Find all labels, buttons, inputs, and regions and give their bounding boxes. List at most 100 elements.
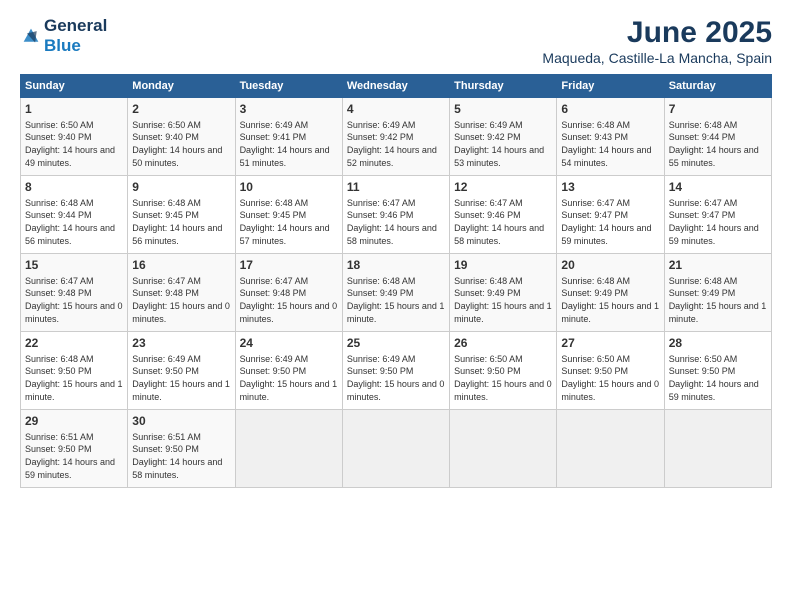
day-number: 14 <box>669 179 767 196</box>
sunrise-text: Sunrise: 6:47 AM <box>347 198 416 208</box>
logo-line2: Blue <box>44 36 107 56</box>
page: General Blue June 2025 Maqueda, Castille… <box>0 0 792 612</box>
sunrise-text: Sunrise: 6:49 AM <box>454 120 523 130</box>
calendar-header-row: Sunday Monday Tuesday Wednesday Thursday… <box>21 75 772 98</box>
calendar-cell: 6 Sunrise: 6:48 AM Sunset: 9:43 PM Dayli… <box>557 98 664 176</box>
daylight-label: Daylight: 14 hours and 57 minutes. <box>240 223 330 246</box>
day-number: 26 <box>454 335 552 352</box>
calendar-cell: 21 Sunrise: 6:48 AM Sunset: 9:49 PM Dayl… <box>664 254 771 332</box>
sunrise-text: Sunrise: 6:48 AM <box>454 276 523 286</box>
sunrise-text: Sunrise: 6:48 AM <box>25 354 94 364</box>
day-number: 13 <box>561 179 659 196</box>
calendar-cell: 7 Sunrise: 6:48 AM Sunset: 9:44 PM Dayli… <box>664 98 771 176</box>
daylight-label: Daylight: 14 hours and 56 minutes. <box>25 223 115 246</box>
day-number: 25 <box>347 335 445 352</box>
sunrise-text: Sunrise: 6:49 AM <box>240 120 309 130</box>
day-number: 12 <box>454 179 552 196</box>
day-number: 29 <box>25 413 123 430</box>
col-friday: Friday <box>557 75 664 98</box>
calendar-cell: 2 Sunrise: 6:50 AM Sunset: 9:40 PM Dayli… <box>128 98 235 176</box>
daylight-label: Daylight: 15 hours and 0 minutes. <box>25 301 123 324</box>
sunset-text: Sunset: 9:50 PM <box>347 366 414 376</box>
daylight-label: Daylight: 15 hours and 0 minutes. <box>240 301 338 324</box>
day-number: 9 <box>132 179 230 196</box>
sunset-text: Sunset: 9:45 PM <box>132 210 199 220</box>
calendar-cell: 16 Sunrise: 6:47 AM Sunset: 9:48 PM Dayl… <box>128 254 235 332</box>
calendar-cell: 5 Sunrise: 6:49 AM Sunset: 9:42 PM Dayli… <box>450 98 557 176</box>
daylight-label: Daylight: 15 hours and 0 minutes. <box>132 301 230 324</box>
calendar-cell: 13 Sunrise: 6:47 AM Sunset: 9:47 PM Dayl… <box>557 176 664 254</box>
sunrise-text: Sunrise: 6:50 AM <box>669 354 738 364</box>
day-number: 4 <box>347 101 445 118</box>
calendar-table: Sunday Monday Tuesday Wednesday Thursday… <box>20 74 772 488</box>
daylight-label: Daylight: 15 hours and 1 minute. <box>240 379 338 402</box>
calendar-cell: 9 Sunrise: 6:48 AM Sunset: 9:45 PM Dayli… <box>128 176 235 254</box>
calendar-cell: 3 Sunrise: 6:49 AM Sunset: 9:41 PM Dayli… <box>235 98 342 176</box>
daylight-label: Daylight: 15 hours and 1 minute. <box>132 379 230 402</box>
sunset-text: Sunset: 9:40 PM <box>25 132 92 142</box>
sunrise-text: Sunrise: 6:51 AM <box>132 432 201 442</box>
title-block: June 2025 Maqueda, Castille-La Mancha, S… <box>542 16 772 66</box>
daylight-label: Daylight: 14 hours and 53 minutes. <box>454 145 544 168</box>
day-number: 5 <box>454 101 552 118</box>
sunrise-text: Sunrise: 6:47 AM <box>669 198 738 208</box>
day-number: 21 <box>669 257 767 274</box>
sunrise-text: Sunrise: 6:49 AM <box>347 354 416 364</box>
sunset-text: Sunset: 9:40 PM <box>132 132 199 142</box>
daylight-label: Daylight: 14 hours and 55 minutes. <box>669 145 759 168</box>
sunset-text: Sunset: 9:50 PM <box>25 444 92 454</box>
sunrise-text: Sunrise: 6:48 AM <box>561 120 630 130</box>
calendar-cell <box>557 410 664 488</box>
day-number: 8 <box>25 179 123 196</box>
calendar-cell: 28 Sunrise: 6:50 AM Sunset: 9:50 PM Dayl… <box>664 332 771 410</box>
calendar-cell <box>450 410 557 488</box>
sunset-text: Sunset: 9:48 PM <box>240 288 307 298</box>
day-number: 1 <box>25 101 123 118</box>
col-saturday: Saturday <box>664 75 771 98</box>
sunset-text: Sunset: 9:41 PM <box>240 132 307 142</box>
main-title: June 2025 <box>542 16 772 50</box>
daylight-label: Daylight: 15 hours and 0 minutes. <box>561 379 659 402</box>
day-number: 2 <box>132 101 230 118</box>
calendar-cell: 4 Sunrise: 6:49 AM Sunset: 9:42 PM Dayli… <box>342 98 449 176</box>
daylight-label: Daylight: 14 hours and 51 minutes. <box>240 145 330 168</box>
daylight-label: Daylight: 14 hours and 59 minutes. <box>561 223 651 246</box>
daylight-label: Daylight: 14 hours and 56 minutes. <box>132 223 222 246</box>
day-number: 22 <box>25 335 123 352</box>
sunrise-text: Sunrise: 6:47 AM <box>561 198 630 208</box>
col-tuesday: Tuesday <box>235 75 342 98</box>
daylight-label: Daylight: 14 hours and 59 minutes. <box>669 223 759 246</box>
daylight-label: Daylight: 14 hours and 58 minutes. <box>454 223 544 246</box>
sunrise-text: Sunrise: 6:50 AM <box>25 120 94 130</box>
day-number: 18 <box>347 257 445 274</box>
day-number: 17 <box>240 257 338 274</box>
col-wednesday: Wednesday <box>342 75 449 98</box>
sunrise-text: Sunrise: 6:47 AM <box>25 276 94 286</box>
calendar-cell: 22 Sunrise: 6:48 AM Sunset: 9:50 PM Dayl… <box>21 332 128 410</box>
calendar-cell: 24 Sunrise: 6:49 AM Sunset: 9:50 PM Dayl… <box>235 332 342 410</box>
daylight-label: Daylight: 14 hours and 59 minutes. <box>669 379 759 402</box>
sunrise-text: Sunrise: 6:48 AM <box>132 198 201 208</box>
day-number: 15 <box>25 257 123 274</box>
sunset-text: Sunset: 9:47 PM <box>669 210 736 220</box>
sunrise-text: Sunrise: 6:47 AM <box>454 198 523 208</box>
daylight-label: Daylight: 15 hours and 0 minutes. <box>347 379 445 402</box>
calendar-cell <box>235 410 342 488</box>
col-sunday: Sunday <box>21 75 128 98</box>
daylight-label: Daylight: 15 hours and 1 minute. <box>454 301 552 324</box>
calendar-cell: 27 Sunrise: 6:50 AM Sunset: 9:50 PM Dayl… <box>557 332 664 410</box>
calendar-cell: 1 Sunrise: 6:50 AM Sunset: 9:40 PM Dayli… <box>21 98 128 176</box>
sunset-text: Sunset: 9:42 PM <box>347 132 414 142</box>
daylight-label: Daylight: 14 hours and 58 minutes. <box>347 223 437 246</box>
daylight-label: Daylight: 14 hours and 52 minutes. <box>347 145 437 168</box>
sunrise-text: Sunrise: 6:48 AM <box>669 276 738 286</box>
daylight-label: Daylight: 14 hours and 54 minutes. <box>561 145 651 168</box>
calendar-cell: 10 Sunrise: 6:48 AM Sunset: 9:45 PM Dayl… <box>235 176 342 254</box>
calendar-cell: 29 Sunrise: 6:51 AM Sunset: 9:50 PM Dayl… <box>21 410 128 488</box>
day-number: 10 <box>240 179 338 196</box>
day-number: 6 <box>561 101 659 118</box>
logo-line1: General <box>44 16 107 36</box>
sunset-text: Sunset: 9:50 PM <box>669 366 736 376</box>
daylight-label: Daylight: 15 hours and 1 minute. <box>561 301 659 324</box>
col-thursday: Thursday <box>450 75 557 98</box>
